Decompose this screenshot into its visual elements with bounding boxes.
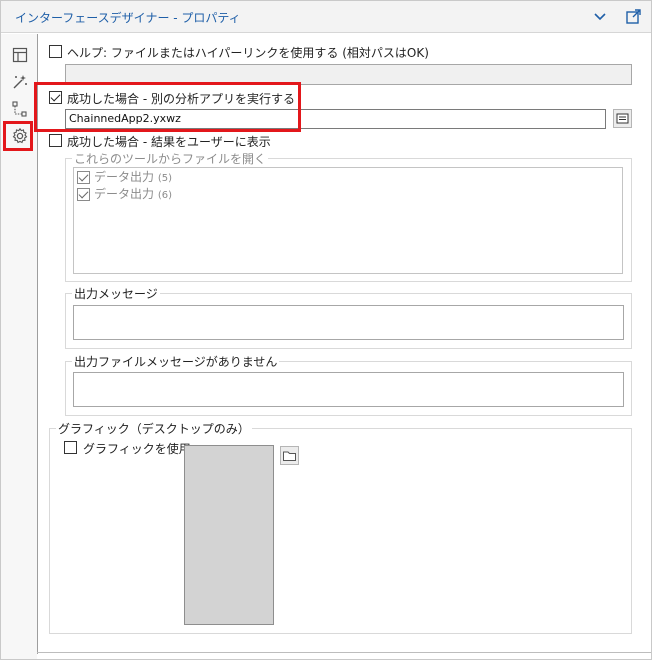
tool-item-checkbox-6[interactable] [77, 188, 90, 201]
run-app-highlight [34, 82, 301, 132]
properties-window: インターフェースデザイナー - プロパティ ヘルプ: ファイルまたはハイパーリン… [0, 0, 652, 660]
output-message-title: 出力メッセージ [72, 285, 160, 302]
selected-highlight [3, 121, 33, 151]
graphic-group [49, 428, 632, 634]
show-results-label: 成功した場合 - 結果をユーザーに表示 [67, 135, 271, 149]
layout-icon[interactable] [11, 46, 29, 64]
folder-icon [283, 451, 296, 461]
open-files-title: これらのツールからファイルを開く [72, 150, 269, 167]
show-results-checkbox[interactable] [49, 134, 62, 147]
browse-graphic-button[interactable] [280, 446, 299, 465]
help-label: ヘルプ: ファイルまたはハイパーリンクを使用する (相対パスはOK) [67, 46, 429, 60]
use-graphic-label: グラフィックを使用: [83, 442, 195, 456]
popout-icon[interactable] [625, 7, 643, 25]
panel-bottom-border [37, 652, 651, 653]
help-checkbox[interactable] [49, 45, 62, 58]
graphic-preview [184, 445, 274, 625]
title-bar: インターフェースデザイナー - プロパティ [1, 1, 651, 33]
magic-wand-icon[interactable] [11, 73, 29, 91]
window-title: インターフェースデザイナー - プロパティ [15, 11, 241, 25]
tool-item-label: データ出力 (5) [94, 170, 173, 184]
tool-item-checkbox-5[interactable] [77, 171, 90, 184]
app-file-icon [616, 113, 629, 124]
use-graphic-checkbox[interactable] [64, 441, 77, 454]
no-output-message-input[interactable] [73, 372, 624, 407]
sidebar [1, 34, 37, 659]
output-message-input[interactable] [73, 305, 624, 340]
browse-app-button[interactable] [613, 109, 632, 128]
tool-item-label: データ出力 (6) [94, 187, 173, 201]
no-output-message-title: 出力ファイルメッセージがありません [72, 353, 280, 370]
chevron-down-icon[interactable] [592, 8, 608, 24]
graphic-title: グラフィック（デスクトップのみ） [56, 420, 252, 437]
tree-icon[interactable] [11, 100, 29, 118]
